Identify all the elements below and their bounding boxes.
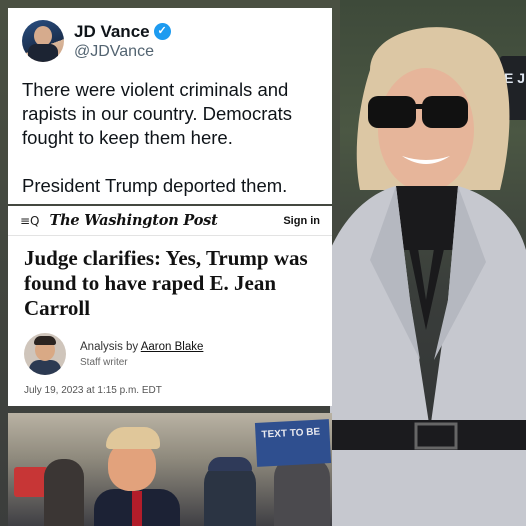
author-avatar-hair	[34, 336, 56, 345]
hair	[106, 427, 160, 449]
tweet-header: JD Vance ✓ @JDVance	[22, 20, 318, 62]
display-name[interactable]: JD Vance	[74, 22, 150, 42]
byline-prefix: Analysis by	[80, 340, 141, 353]
menu-search-icon[interactable]: ≡Q	[20, 214, 40, 228]
byline-line: Analysis by Aaron Blake	[80, 341, 203, 353]
tie	[132, 491, 142, 526]
verified-badge-icon: ✓	[153, 23, 171, 40]
avatar-suit	[28, 44, 58, 62]
tweet-paragraph: There were violent criminals and rapists…	[22, 79, 293, 148]
main-person	[94, 427, 180, 526]
masthead-logo[interactable]: The Washington Post	[50, 212, 218, 229]
author-avatar[interactable]	[24, 333, 66, 375]
article-card: ≡Q The Washington Post Sign in Judge cla…	[8, 206, 332, 406]
crowd-person	[204, 463, 256, 526]
tweet-body: There were violent criminals and rapists…	[22, 78, 318, 198]
user-handle[interactable]: @JDVance	[74, 43, 171, 61]
tweet-card: JD Vance ✓ @JDVance There were violent c…	[8, 8, 332, 204]
crowd-cap	[208, 457, 252, 471]
byline-text: Analysis by Aaron Blake Staff writer	[80, 341, 203, 368]
article-headline[interactable]: Judge clarifies: Yes, Trump was found to…	[8, 236, 332, 321]
red-sign	[14, 467, 48, 497]
woman-photo	[330, 27, 526, 526]
crowd-person	[44, 459, 84, 526]
article-photo: TEXT TO BE	[8, 413, 332, 526]
topbar-left: ≡Q The Washington Post	[20, 212, 218, 229]
crowd-person	[274, 457, 330, 526]
tweet-paragraph: President Trump deported them.	[22, 175, 288, 196]
author-role: Staff writer	[80, 356, 128, 368]
tweet-author: JD Vance ✓ @JDVance	[74, 22, 171, 61]
article-date: July 19, 2023 at 1:15 p.m. EDT	[24, 385, 162, 396]
signin-link[interactable]: Sign in	[283, 215, 320, 227]
name-row: JD Vance ✓	[74, 22, 171, 42]
article-topbar: ≡Q The Washington Post Sign in	[8, 206, 332, 236]
byline: Analysis by Aaron Blake Staff writer	[8, 321, 332, 375]
avatar[interactable]	[22, 20, 64, 62]
author-link[interactable]: Aaron Blake	[141, 341, 204, 353]
author-avatar-body	[29, 360, 61, 375]
protest-sign: TEXT TO BE	[254, 419, 332, 467]
avatar-face	[34, 26, 52, 46]
